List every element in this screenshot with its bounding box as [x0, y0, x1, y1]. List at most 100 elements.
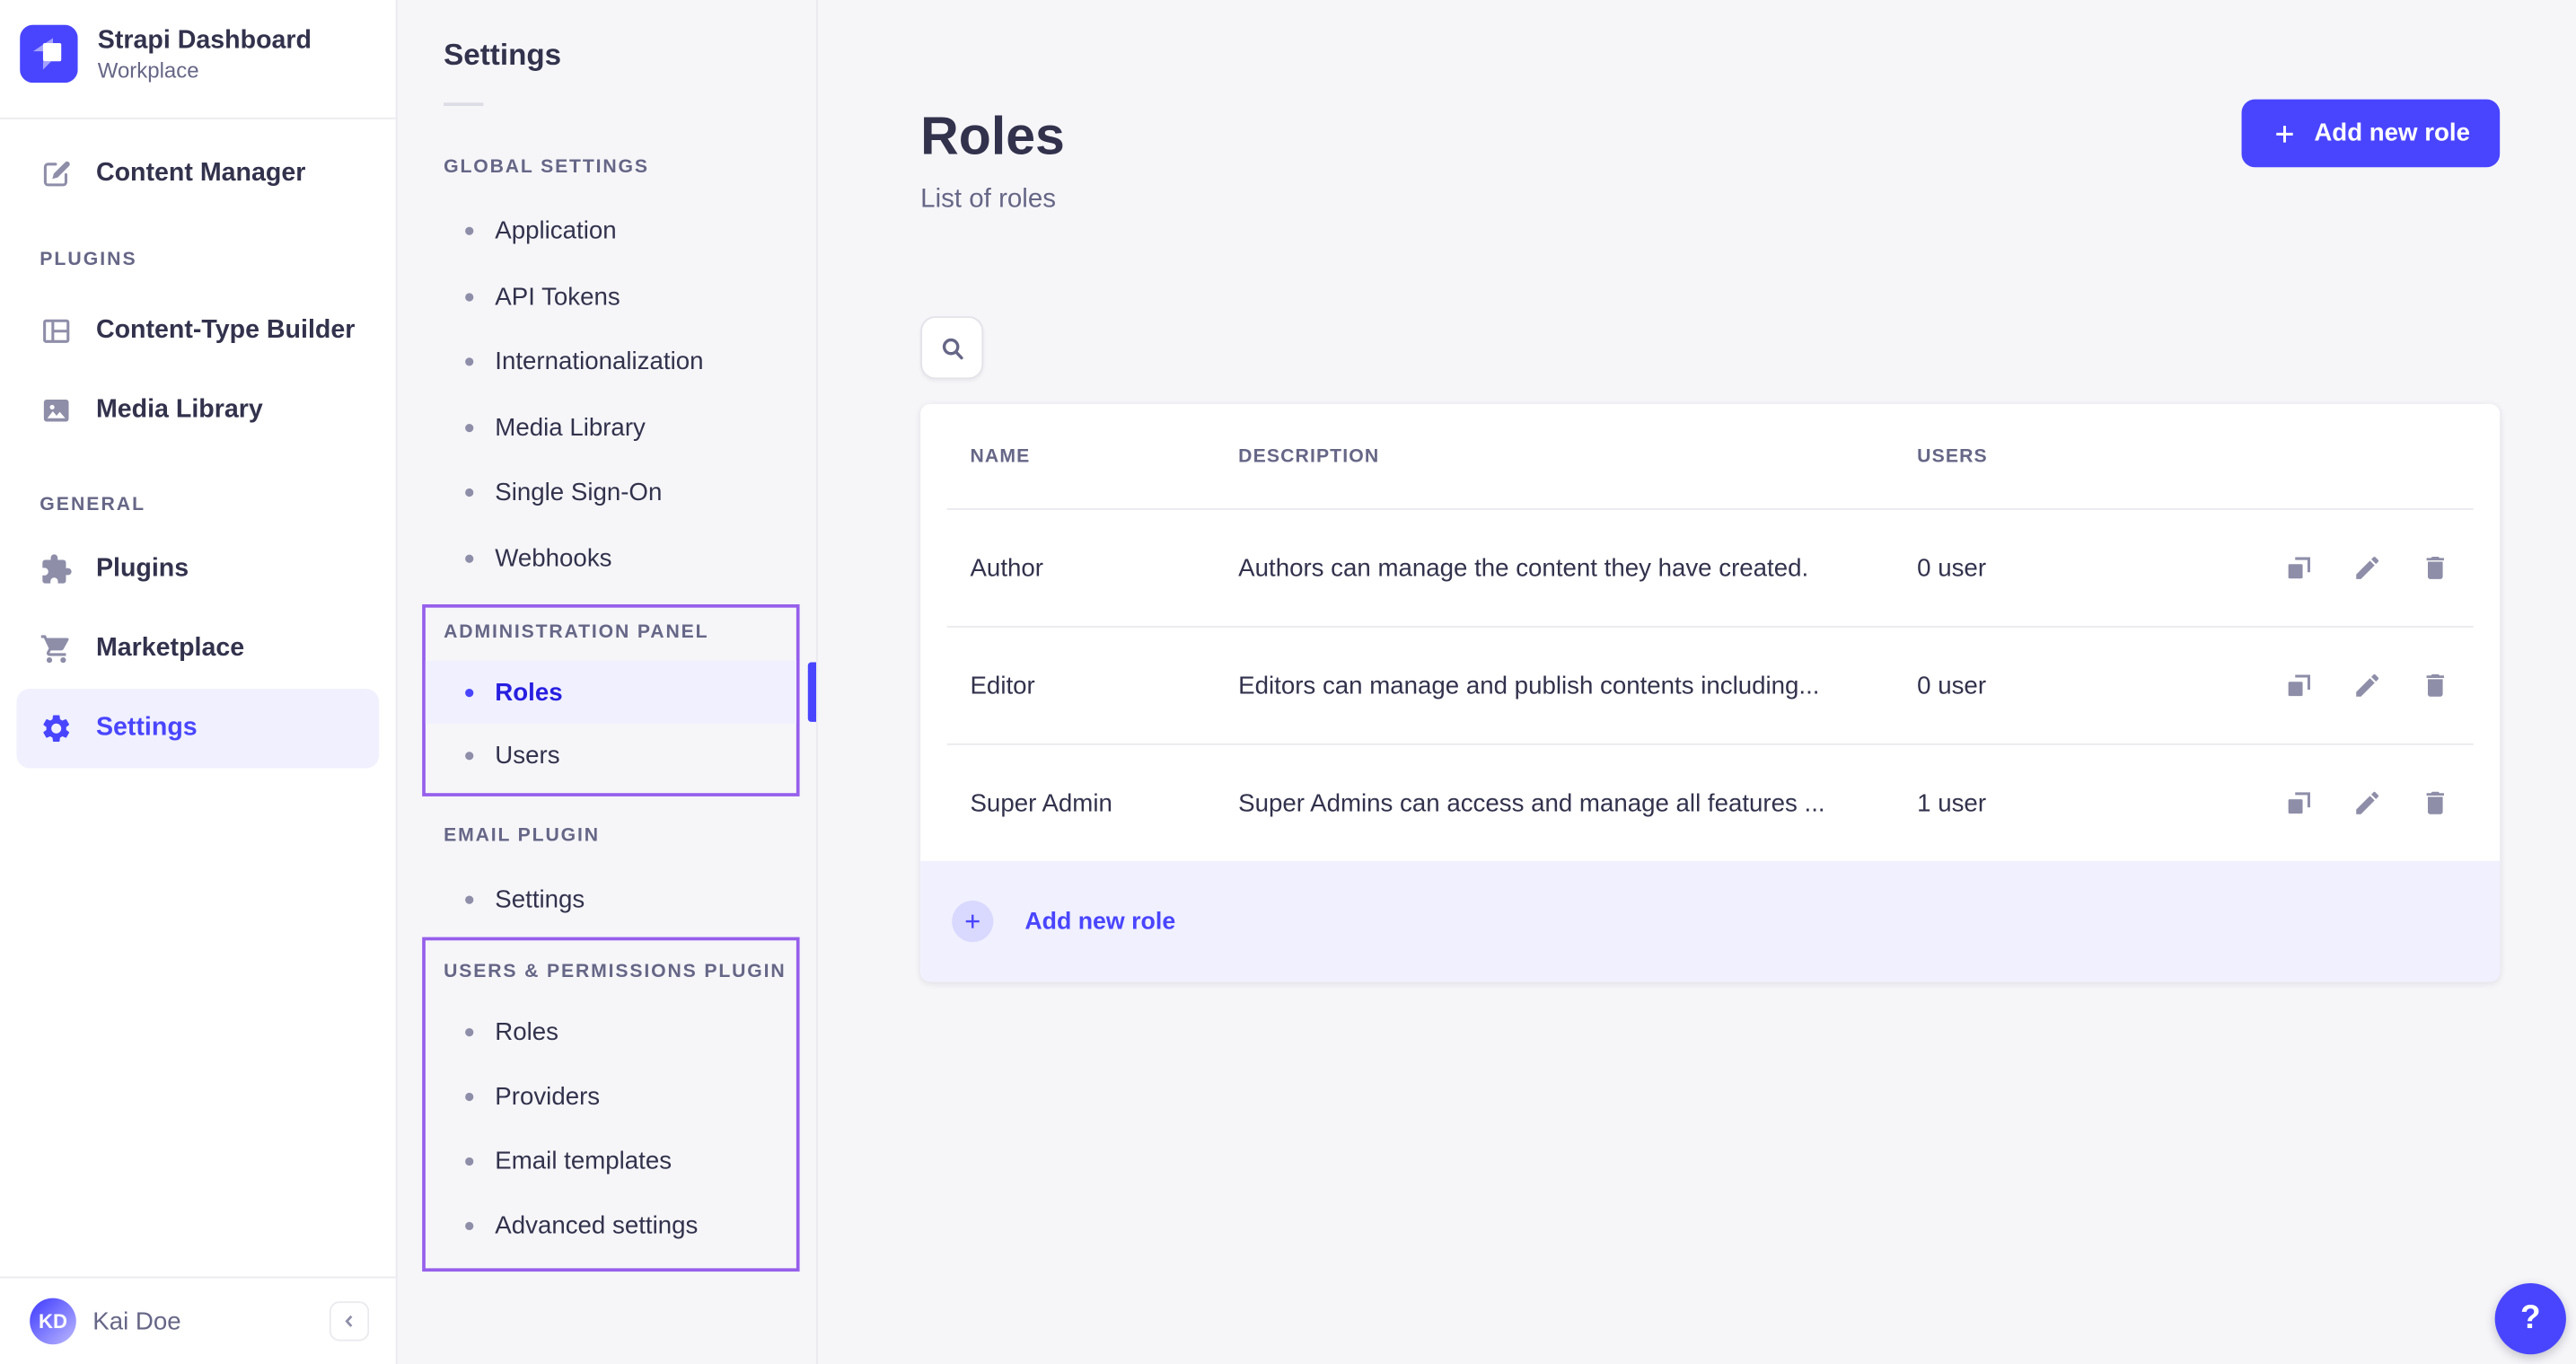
- roles-page: Roles List of roles Add new role NAME DE…: [818, 0, 2576, 1364]
- table-row-author[interactable]: Author Authors can manage the content th…: [920, 510, 2500, 626]
- sidebar-item-marketplace[interactable]: Marketplace: [16, 610, 379, 690]
- add-new-role-row[interactable]: Add new role: [920, 861, 2500, 982]
- puzzle-icon: [40, 553, 73, 586]
- bullet-dot: [465, 1157, 473, 1165]
- duplicate-button[interactable]: [2284, 671, 2314, 700]
- subnav-item-roles-admin[interactable]: Roles: [426, 661, 796, 724]
- add-new-role-label: Add new role: [1024, 908, 1175, 935]
- sidebar-footer: KD Kai Doe: [0, 1277, 396, 1364]
- subnav-section-email-plugin: EMAIL PLUGIN Settings: [398, 824, 816, 933]
- duplicate-button[interactable]: [2284, 553, 2314, 583]
- subnav-item-api-tokens[interactable]: API Tokens: [398, 264, 816, 330]
- delete-button[interactable]: [2421, 671, 2450, 700]
- bullet-dot: [465, 227, 473, 235]
- app-title: Strapi Dashboard: [98, 25, 312, 57]
- add-new-role-button[interactable]: Add new role: [2241, 100, 2500, 168]
- subnav-item-advanced-settings[interactable]: Advanced settings: [426, 1192, 796, 1257]
- sidebar-item-label: Settings: [96, 714, 198, 744]
- subnav-item-email-templates[interactable]: Email templates: [426, 1129, 796, 1193]
- column-header-name: NAME: [970, 446, 1238, 466]
- workspace-switcher[interactable]: Strapi Dashboard Workplace: [0, 0, 396, 84]
- section-label-plugins: PLUGINS: [40, 250, 395, 271]
- sidebar-item-label: Marketplace: [96, 634, 244, 664]
- subnav-item-roles-uperm[interactable]: Roles: [426, 999, 796, 1064]
- sidebar-item-content-manager[interactable]: Content Manager: [16, 143, 379, 206]
- delete-button[interactable]: [2421, 788, 2450, 818]
- bullet-dot: [465, 896, 473, 904]
- question-mark-icon: ?: [2520, 1299, 2541, 1337]
- edit-button[interactable]: [2352, 671, 2382, 700]
- duplicate-button[interactable]: [2284, 788, 2314, 818]
- sidebar-item-plugins[interactable]: Plugins: [16, 530, 379, 610]
- annotation-box-administration-panel: ADMINISTRATION PANEL Roles Users: [422, 604, 799, 796]
- subnav-section-global-settings: GLOBAL SETTINGS Application API Tokens I…: [398, 155, 816, 591]
- section-label: USERS & PERMISSIONS PLUGIN: [444, 959, 796, 982]
- roles-table-card: NAME DESCRIPTION USERS Author Authors ca…: [920, 404, 2500, 981]
- role-users-count: 1 user: [1917, 789, 2251, 817]
- bullet-dot: [465, 293, 473, 301]
- chevron-left-icon: [339, 1311, 359, 1331]
- role-users-count: 0 user: [1917, 554, 2251, 582]
- media-library-icon: [40, 394, 73, 427]
- bullet-dot: [465, 1027, 473, 1035]
- column-header-description: DESCRIPTION: [1238, 446, 1917, 466]
- bullet-dot: [465, 688, 473, 696]
- role-description: Editors can manage and publish contents …: [1238, 672, 1917, 700]
- strapi-logo-icon: [20, 25, 78, 84]
- sidebar-item-label: Plugins: [96, 555, 189, 585]
- section-label: ADMINISTRATION PANEL: [444, 620, 796, 644]
- bullet-dot: [465, 554, 473, 562]
- table-row-editor[interactable]: Editor Editors can manage and publish co…: [920, 628, 2500, 744]
- workspace-name: Workplace: [98, 57, 312, 84]
- subnav-title: Settings: [444, 37, 816, 74]
- collapse-sidebar-button[interactable]: [330, 1301, 369, 1341]
- strapi-dashboard: Strapi Dashboard Workplace Content Manag…: [0, 0, 2576, 1364]
- subnav-item-providers[interactable]: Providers: [426, 1064, 796, 1129]
- subnav-item-single-sign-on[interactable]: Single Sign-On: [398, 461, 816, 526]
- table-row-super-admin[interactable]: Super Admin Super Admins can access and …: [920, 745, 2500, 861]
- divider: [444, 102, 483, 106]
- sidebar-item-label: Media Library: [96, 396, 263, 426]
- subnav-item-email-settings[interactable]: Settings: [398, 867, 816, 933]
- search-button[interactable]: [920, 316, 983, 379]
- edit-button[interactable]: [2352, 553, 2382, 583]
- cart-icon: [40, 632, 73, 665]
- sidebar-item-media-library[interactable]: Media Library: [16, 371, 379, 451]
- subnav-item-users[interactable]: Users: [426, 724, 796, 787]
- bullet-dot: [465, 1092, 473, 1100]
- subnav-item-media-library[interactable]: Media Library: [398, 395, 816, 461]
- main-sidebar: Strapi Dashboard Workplace Content Manag…: [0, 0, 398, 1364]
- bullet-dot: [465, 751, 473, 759]
- subnav-item-application[interactable]: Application: [398, 198, 816, 264]
- active-indicator-bar: [808, 663, 816, 722]
- subnav-item-internationalization[interactable]: Internationalization: [398, 330, 816, 395]
- delete-button[interactable]: [2421, 553, 2450, 583]
- role-name: Author: [970, 554, 1238, 582]
- role-name: Super Admin: [970, 789, 1238, 817]
- bullet-dot: [465, 358, 473, 366]
- help-button[interactable]: ?: [2495, 1283, 2566, 1354]
- bullet-dot: [465, 488, 473, 497]
- role-users-count: 0 user: [1917, 672, 2251, 700]
- sidebar-item-content-type-builder[interactable]: Content-Type Builder: [16, 292, 379, 372]
- annotation-box-users-permissions-plugin: USERS & PERMISSIONS PLUGIN Roles Provide…: [422, 937, 799, 1271]
- row-actions: [2252, 671, 2450, 700]
- content-manager-icon: [40, 157, 73, 190]
- page-subtitle: List of roles: [920, 186, 2500, 216]
- avatar[interactable]: KD: [30, 1298, 76, 1345]
- table-header: NAME DESCRIPTION USERS: [920, 404, 2500, 508]
- role-name: Editor: [970, 672, 1238, 700]
- role-description: Super Admins can access and manage all f…: [1238, 789, 1917, 817]
- bullet-dot: [465, 1221, 473, 1229]
- plus-icon: [2271, 120, 2298, 147]
- subnav-item-webhooks[interactable]: Webhooks: [398, 525, 816, 591]
- sidebar-item-label: Content Manager: [96, 159, 305, 189]
- edit-button[interactable]: [2352, 788, 2382, 818]
- row-actions: [2252, 788, 2450, 818]
- search-icon: [938, 334, 966, 362]
- column-header-users: USERS: [1917, 446, 2251, 466]
- section-label: EMAIL PLUGIN: [444, 824, 816, 848]
- role-description: Authors can manage the content they have…: [1238, 554, 1917, 582]
- sidebar-item-settings[interactable]: Settings: [16, 689, 379, 769]
- content-type-builder-icon: [40, 314, 73, 348]
